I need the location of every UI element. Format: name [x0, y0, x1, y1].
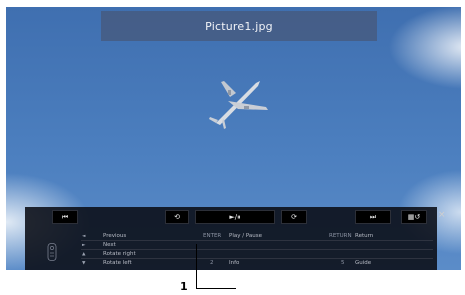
play-pause-icon: ►/⏸	[229, 212, 241, 221]
help-return: Return	[355, 233, 374, 239]
close-button[interactable]: ×	[438, 210, 446, 220]
callout-leader-line	[196, 244, 197, 289]
previous-icon: ⏮	[61, 212, 69, 221]
key-help-panel: ◄ Previous ► Next ▲ Rotate right ▼ Rotat…	[25, 232, 437, 270]
help-guide: Guide	[355, 260, 372, 266]
next-icon: ⏭	[369, 212, 377, 221]
up-key-icon: ▲	[82, 252, 86, 257]
remote-control-icon	[47, 243, 57, 261]
left-key-icon: ◄	[82, 234, 86, 239]
down-key-icon: ▼	[82, 261, 86, 266]
play-pause-button[interactable]: ►/⏸	[195, 210, 275, 224]
help-next: Next	[103, 242, 116, 248]
next-button[interactable]: ⏭	[355, 210, 391, 224]
help-rotate-left: Rotate left	[103, 260, 132, 266]
help-divider	[81, 258, 433, 259]
right-key-icon: ►	[82, 243, 86, 248]
key-2-label: 2	[210, 260, 214, 266]
playback-controller: ⏮ ⟲ ►/⏸ ⟳ ⏭ ▦↺ × ◄ Previous ► Next ▲ Rot…	[25, 207, 446, 270]
help-info: Info	[229, 260, 240, 266]
rotate-left-button[interactable]: ⟲	[165, 210, 189, 224]
photo-viewer-screen: Picture1.jpg ⏮ ⟲ ►/⏸ ⟳ ⏭ ▦↺ × ◄ Previous…	[6, 7, 461, 270]
return-key-label: RETURN	[329, 233, 352, 239]
grid-icon: ▦↺	[407, 213, 421, 221]
enter-key-label: ENTER	[203, 233, 222, 239]
previous-button[interactable]: ⏮	[52, 210, 78, 224]
airplane-photo	[209, 81, 268, 129]
rotate-right-button[interactable]: ⟳	[281, 210, 307, 224]
controller-button-row: ⏮ ⟲ ►/⏸ ⟳ ⏭ ▦↺	[25, 210, 437, 224]
grid-return-button[interactable]: ▦↺	[401, 210, 427, 224]
rotate-right-icon: ⟳	[291, 213, 297, 221]
help-previous: Previous	[103, 233, 127, 239]
file-name: Picture1.jpg	[205, 19, 273, 33]
callout-number: 1	[180, 280, 188, 293]
help-divider	[81, 249, 433, 250]
help-rotate-right: Rotate right	[103, 251, 136, 257]
help-play-pause: Play / Pause	[229, 233, 262, 239]
file-title-bar: Picture1.jpg	[101, 11, 377, 41]
help-divider	[81, 240, 433, 241]
rotate-left-icon: ⟲	[174, 213, 180, 221]
callout-leader-line	[196, 288, 236, 289]
key-5-label: 5	[341, 260, 345, 266]
